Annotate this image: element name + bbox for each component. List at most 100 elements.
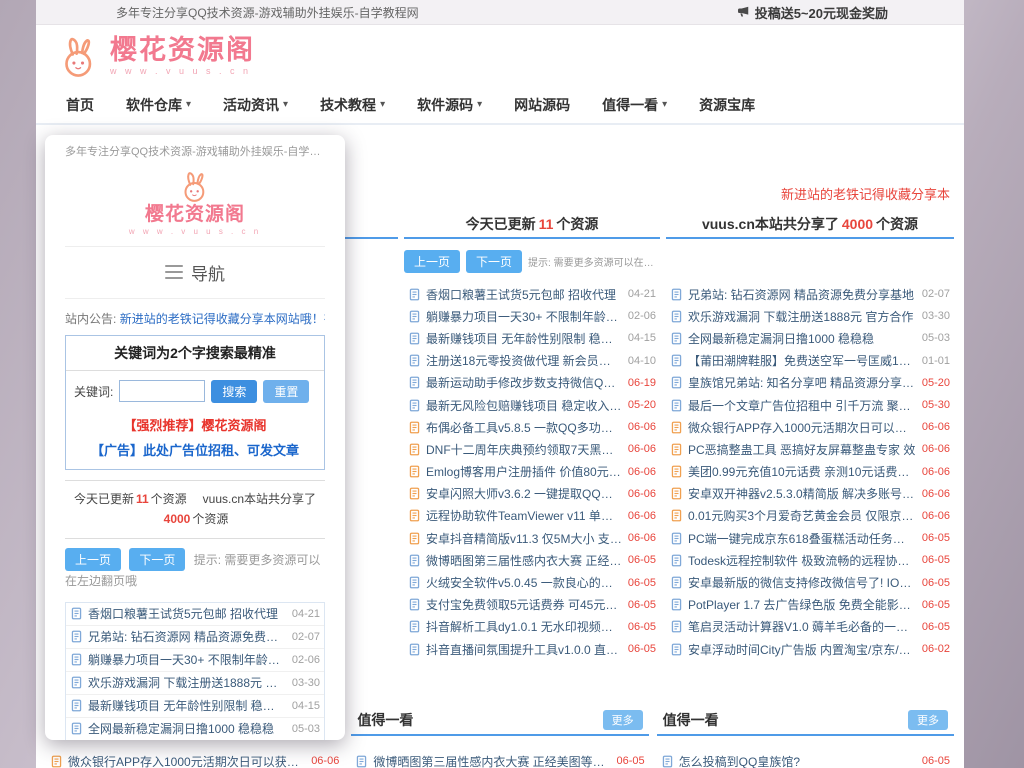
resource-title: 【莆田潮牌鞋服】免费送空军一号匡威1970s [688, 352, 916, 369]
more-button[interactable]: 更多 [908, 710, 948, 730]
worth-reading-header-1: 值得一看 更多 [351, 706, 648, 736]
nav-item[interactable]: 首页 ▾ [50, 88, 110, 122]
site-announcement: 新进站的老铁记得收藏分享本 [781, 184, 950, 203]
panel-logo[interactable]: 樱花资源阁 w w w . v u u s . c n [65, 159, 325, 247]
resource-date: 04-21 [628, 288, 656, 300]
next-page-button[interactable]: 下一页 [129, 548, 185, 571]
promo-recommend-link[interactable]: 【强烈推荐】樱花资源阁 [66, 409, 324, 436]
resource-item[interactable]: 笔启灵活动计算器V1.0 薅羊毛必备的一款软 06-05 [666, 616, 954, 638]
document-icon [408, 399, 421, 412]
document-icon [670, 376, 683, 389]
today-updates-card: 今天已更新11个资源 上一页 下一页 提示: 需要更多资源可以在左边翻页哦 [404, 211, 660, 660]
search-button[interactable]: 搜索 [211, 380, 257, 403]
nav-item[interactable]: 活动资讯 ▾ [207, 88, 304, 122]
nav-toggle[interactable]: 导航 [65, 247, 325, 299]
document-icon [70, 653, 83, 666]
resource-item[interactable]: 最新无风险包赔赚钱项目 稳定收入200-500元 05-20 [404, 394, 660, 416]
resource-item[interactable]: 最后一个文章广告位招租中 引千万流 聚八方 05-30 [666, 394, 954, 416]
resource-item[interactable]: 香烟口粮薯王试货5元包邮 招收代理 04-21 [66, 603, 324, 626]
resource-item[interactable]: 注册送18元零投资做代理 新会员分红拿1000 04-10 [404, 350, 660, 372]
resource-item[interactable]: 微众银行APP存入1000元活期次日可以获得无门 06-06 [46, 750, 343, 768]
next-page-button[interactable]: 下一页 [466, 250, 522, 273]
resource-item[interactable]: 欢乐游戏漏洞 下载注册送1888元 官方合作 03-30 [666, 305, 954, 327]
resource-item[interactable]: 全网最新稳定漏洞日撸1000 稳稳稳 05-03 [66, 718, 324, 740]
resource-item[interactable]: 皇族馆兄弟站: 知名分享吧 精品资源分享基地 05-20 [666, 372, 954, 394]
resource-item[interactable]: PC恶搞整蛊工具 恶搞好友屏幕整蛊专家 效 06-06 [666, 438, 954, 460]
resource-item[interactable]: 躺赚暴力项目一天30+ 不限制年龄抓紧上车 02-06 [66, 649, 324, 672]
chevron-down-icon: ▾ [380, 88, 385, 122]
resource-item[interactable]: Todesk远程控制软件 极致流畅的远程协助工具 06-05 [666, 549, 954, 571]
resource-title: Todesk远程控制软件 极致流畅的远程协助工具 [688, 552, 916, 569]
resource-item[interactable]: 最新赚钱项目 无年龄性别限制 稳定日撸300+ 04-15 [404, 327, 660, 349]
resource-item[interactable]: 0.01元购买3个月爱奇艺黄金会员 仅限京东白 06-06 [666, 505, 954, 527]
resource-item[interactable]: 安卓闪照大师v3.6.2 一键提取QQ好友发的闪照 06-06 [404, 483, 660, 505]
nav-item[interactable]: 网站源码 ▾ [498, 88, 586, 122]
chevron-down-icon: ▾ [662, 88, 667, 122]
resource-title: 微众银行APP存入1000元活期次日可以获得无门 [68, 753, 305, 768]
section-title: 值得一看 [357, 710, 413, 730]
resource-date: 04-15 [292, 700, 320, 712]
resource-item[interactable]: 微众银行APP存入1000元活期次日可以获得无 06-06 [666, 416, 954, 438]
resource-title: 注册送18元零投资做代理 新会员分红拿1000 [426, 352, 622, 369]
resource-item[interactable]: 欢乐游戏漏洞 下载注册送1888元 官方合作 03-30 [66, 672, 324, 695]
resource-item[interactable]: 布偶必备工具v5.8.5 一款QQ多功能工具软件 06-06 [404, 416, 660, 438]
resource-item[interactable]: 全网最新稳定漏洞日撸1000 稳稳稳 05-03 [666, 327, 954, 349]
resource-title: 香烟口粮薯王试货5元包邮 招收代理 [426, 286, 622, 303]
resource-item[interactable]: 【莆田潮牌鞋服】免费送空军一号匡威1970s 01-01 [666, 350, 954, 372]
resource-item[interactable]: 最新运动助手修改步数支持微信QQ+ZFB步数 06-19 [404, 372, 660, 394]
resource-item[interactable]: 怎么投稿到QQ皇族馆? 06-05 [657, 750, 954, 768]
resource-title: 安卓最新版的微信支持修改微信号了! IOS版 [688, 574, 916, 591]
resource-item[interactable]: 抖音解析工具dy1.0.1 无水印视频一键解析软件 06-05 [404, 616, 660, 638]
resource-item[interactable]: Emlog博客用户注册插件 价值80元免费分享 06-06 [404, 461, 660, 483]
resource-item[interactable]: 安卓浮动时间City广告版 内置淘宝/京东/苏宁/拼 06-02 [666, 638, 954, 660]
resource-title: 怎么投稿到QQ皇族馆? [679, 753, 916, 768]
keyword-input[interactable] [119, 380, 205, 402]
nav-item-label: 软件源码 [417, 88, 473, 122]
resource-item[interactable]: 香烟口粮薯王试货5元包邮 招收代理 04-21 [404, 283, 660, 305]
resource-item[interactable]: 兄弟站: 钻石资源网 精品资源免费分享基地 02-07 [666, 283, 954, 305]
resource-item[interactable]: PotPlayer 1.7 去广告绿色版 免费全能影音播 06-05 [666, 594, 954, 616]
more-button[interactable]: 更多 [603, 710, 643, 730]
nav-item[interactable]: 软件仓库 ▾ [110, 88, 207, 122]
resource-item[interactable]: 兄弟站: 钻石资源网 精品资源免费分享基地 02-07 [66, 626, 324, 649]
resource-item[interactable]: 火绒安全软件v5.0.45 一款良心的国产安全软件 06-05 [404, 571, 660, 593]
menu-icon [165, 265, 183, 279]
resource-item[interactable]: 微博晒图第三届性感内衣大赛 正经美图等你欣赏 06-05 [351, 750, 648, 768]
site-slogan: 多年专注分享QQ技术资源-游戏辅助外挂娱乐-自学教程网 [116, 4, 419, 21]
document-icon [670, 421, 683, 434]
site-url: w w w . v u u s . c n [129, 227, 261, 236]
nav-item[interactable]: 资源宝库 ▾ [683, 88, 771, 122]
document-icon [670, 354, 683, 367]
resource-title: 最新赚钱项目 无年龄性别限制 稳定日撸300+ [426, 330, 622, 347]
resource-item[interactable]: 安卓最新版的微信支持修改微信号了! IOS版 06-05 [666, 571, 954, 593]
promo-ad-link[interactable]: 【广告】此处广告位招租、可发文章 [66, 436, 324, 469]
nav-item[interactable]: 技术教程 ▾ [304, 88, 401, 122]
resource-item[interactable]: 安卓抖音精简版v11.3 仅5M大小 支持账号登录 06-06 [404, 527, 660, 549]
nav-item[interactable]: 值得一看 ▾ [586, 88, 683, 122]
resource-item[interactable]: 最新赚钱项目 无年龄性别限制 稳定日撸300+ 04-15 [66, 695, 324, 718]
resource-item[interactable]: 躺赚暴力项目一天30+ 不限制年龄抓紧上车 02-06 [404, 305, 660, 327]
resource-item[interactable]: 远程协助软件TeamViewer v11 单文件版 方便 06-06 [404, 505, 660, 527]
chevron-down-icon: ▾ [186, 88, 191, 122]
document-icon [70, 699, 83, 712]
prev-page-button[interactable]: 上一页 [65, 548, 121, 571]
nav-item[interactable]: 软件源码 ▾ [401, 88, 498, 122]
resource-item[interactable]: DNF十二周年庆典预约领取7天黑钻 回归用户 06-06 [404, 438, 660, 460]
submit-reward-link[interactable]: 投稿送5~20元现金奖励 [736, 3, 888, 22]
reset-button[interactable]: 重置 [263, 380, 309, 403]
resource-date: 04-15 [628, 332, 656, 344]
megaphone-icon [736, 5, 750, 19]
resource-item[interactable]: 安卓双开神器v2.5.3.0精简版 解决多账号切换 06-06 [666, 483, 954, 505]
resource-item[interactable]: 美团0.99元充值10元话费 亲测10元话费秒到 06-06 [666, 461, 954, 483]
resource-item[interactable]: 支付宝免费领取5元话费券 可45元充值三网50 06-05 [404, 594, 660, 616]
prev-page-button[interactable]: 上一页 [404, 250, 460, 273]
resource-title: 欢乐游戏漏洞 下载注册送1888元 官方合作 [688, 308, 916, 325]
resource-date: 06-05 [922, 554, 950, 566]
chevron-down-icon: ▾ [477, 88, 482, 122]
resource-item[interactable]: 微博晒图第三届性感内衣大赛 正经美图等你欣赏 06-05 [404, 549, 660, 571]
total-card-header: vuus.cn本站共分享了4000个资源 [666, 211, 954, 239]
site-logo[interactable]: 樱花资源阁 w w w . v u u s . c n [54, 31, 255, 81]
nav-item-label: 活动资讯 [223, 88, 279, 122]
resource-item[interactable]: PC端一键完成京东618叠蛋糕活动任务工具 06-05 [666, 527, 954, 549]
resource-item[interactable]: 抖音直播间氛围提升工具v1.0.0 直播间自动发 06-05 [404, 638, 660, 660]
